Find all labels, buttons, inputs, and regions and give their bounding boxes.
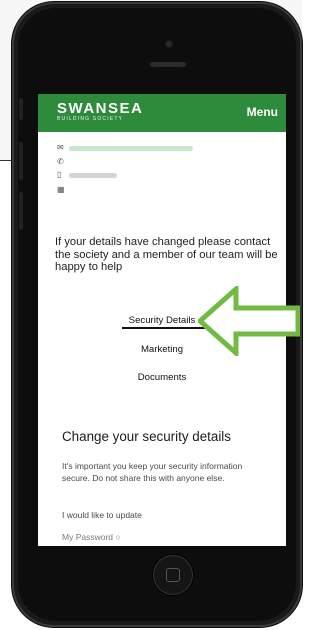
redacted-mobile	[69, 173, 117, 178]
logo-subtext: BUILDING SOCIETY	[57, 116, 124, 122]
front-camera	[165, 40, 173, 48]
fax-icon: ▦	[57, 185, 65, 194]
site-header: SWANSEA BUILDING SOCIETY Menu	[38, 94, 286, 132]
password-option[interactable]: My Password ○	[62, 532, 121, 542]
menu-button[interactable]: Menu	[247, 105, 278, 119]
pointer-arrow-icon	[198, 286, 300, 356]
active-link-underline	[122, 327, 206, 329]
home-button-icon	[166, 568, 180, 582]
mobile-icon: ▯	[57, 170, 62, 179]
radio-icon[interactable]: ○	[115, 532, 120, 542]
redacted-email	[69, 146, 193, 151]
section-title: Change your security details	[62, 429, 231, 444]
earpiece-speaker	[150, 62, 186, 67]
password-label: My Password	[62, 532, 114, 542]
phone-icon: ✆	[57, 157, 64, 166]
update-label: I would like to update	[62, 510, 142, 520]
mute-switch	[19, 98, 23, 120]
security-info-text: It's important you keep your security in…	[62, 461, 243, 483]
contact-info-text: If your details have changed please cont…	[55, 236, 278, 273]
link-documents[interactable]: Documents	[38, 372, 286, 383]
volume-down-button	[19, 192, 23, 230]
home-button[interactable]	[153, 555, 193, 595]
volume-up-button	[19, 142, 23, 180]
logo-text[interactable]: SWANSEA	[57, 100, 143, 117]
email-icon: ✉	[57, 143, 64, 152]
